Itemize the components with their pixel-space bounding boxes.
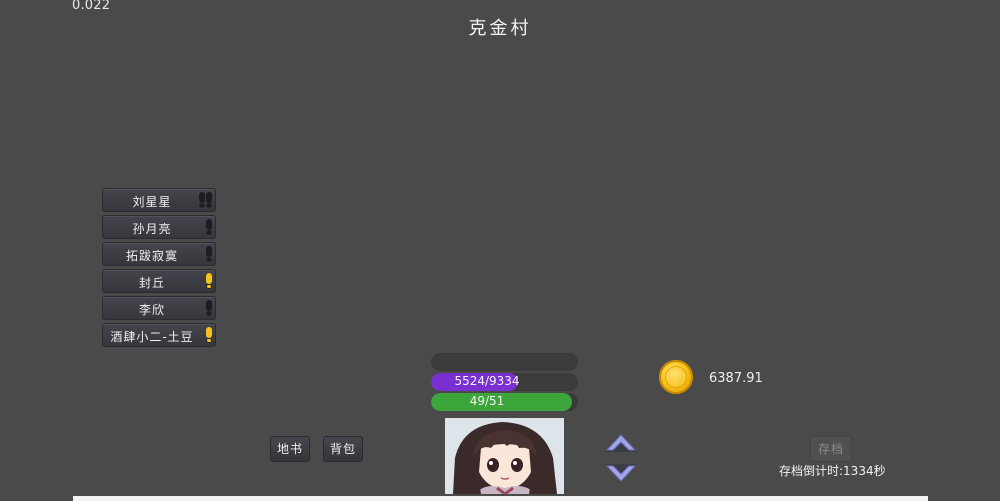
npc-item[interactable]: 孙月亮 <box>102 215 216 239</box>
npc-name: 封丘 <box>138 276 165 290</box>
game-screen: 0.022 克金村 刘星星 孙月亮 拓跋寂寞 封丘 李欣 酒肆小二-土豆 552… <box>0 0 1000 501</box>
quest-marks <box>199 192 212 208</box>
gold-coin-icon <box>659 360 693 394</box>
chevron-up-icon <box>605 434 637 452</box>
quest-marks <box>206 273 212 289</box>
scroll-down-button[interactable] <box>601 460 641 488</box>
exclamation-gray-icon <box>206 219 212 235</box>
hp-bar: 5524/9334 <box>431 373 578 391</box>
quest-marks <box>206 300 212 316</box>
version-label: 0.022 <box>72 0 111 13</box>
npc-item[interactable]: 李欣 <box>102 296 216 320</box>
exclamation-gold-icon <box>206 327 212 343</box>
exclamation-gold-icon <box>206 273 212 289</box>
npc-item[interactable]: 封丘 <box>102 269 216 293</box>
exclamation-gray-icon <box>206 192 212 208</box>
character-portrait[interactable] <box>445 418 564 494</box>
exclamation-gray-icon <box>206 300 212 316</box>
npc-item[interactable]: 拓跋寂寞 <box>102 242 216 266</box>
npc-item[interactable]: 刘星星 <box>102 188 216 212</box>
character-portrait-image <box>445 418 564 494</box>
mp-bar: 49/51 <box>431 393 578 411</box>
top-status-bar <box>431 353 578 371</box>
quest-marks <box>206 219 212 235</box>
save-countdown: 存档倒计时:1334秒 <box>779 464 886 478</box>
map-book-button[interactable]: 地书 <box>270 436 310 462</box>
npc-name: 李欣 <box>138 303 165 317</box>
npc-item[interactable]: 酒肆小二-土豆 <box>102 323 216 347</box>
scroll-up-button[interactable] <box>601 428 641 456</box>
quest-marks <box>206 327 212 343</box>
npc-name: 刘星星 <box>132 195 172 209</box>
bottom-strip <box>73 496 928 501</box>
npc-name: 孙月亮 <box>132 222 172 236</box>
backpack-button[interactable]: 背包 <box>323 436 363 462</box>
chevron-down-icon <box>605 464 637 482</box>
mp-text: 49/51 <box>469 394 505 408</box>
exclamation-gray-icon <box>206 246 212 262</box>
quest-marks <box>206 246 212 262</box>
hp-text: 5524/9334 <box>454 374 520 388</box>
location-title: 克金村 <box>468 18 532 39</box>
npc-list: 刘星星 孙月亮 拓跋寂寞 封丘 李欣 酒肆小二-土豆 <box>102 188 218 350</box>
save-button[interactable]: 存档 <box>810 436 852 462</box>
npc-name: 拓跋寂寞 <box>125 249 178 263</box>
npc-name: 酒肆小二-土豆 <box>110 330 194 344</box>
gold-amount: 6387.91 <box>709 371 763 386</box>
exclamation-gray-icon <box>199 192 205 208</box>
